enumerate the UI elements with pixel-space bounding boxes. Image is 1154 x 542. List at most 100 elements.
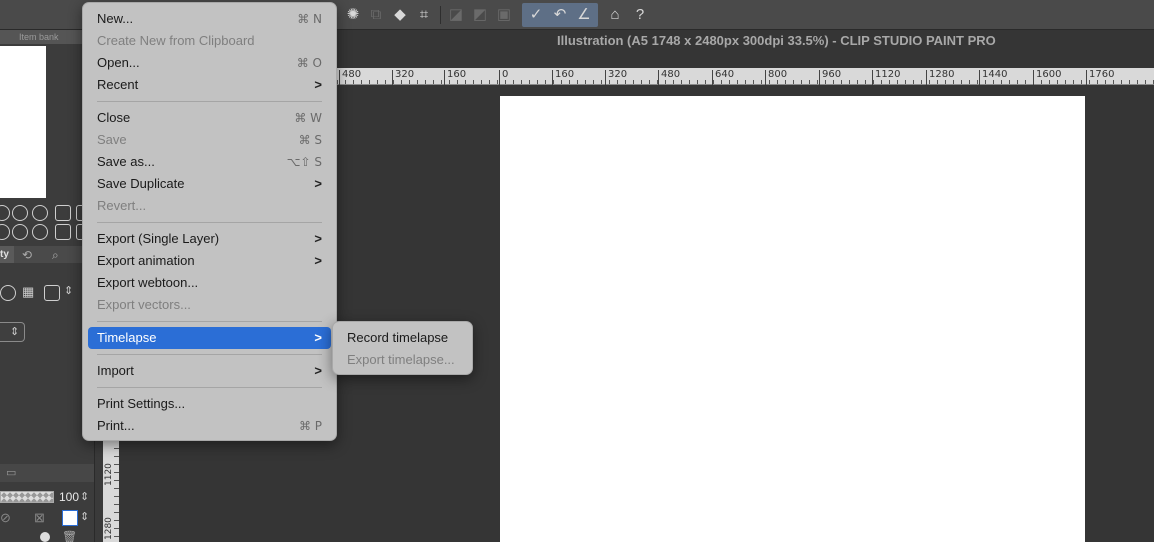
menu-item-label: Export vectors...: [97, 297, 191, 312]
layer-color-swatch[interactable]: [62, 510, 78, 526]
flip-horizontal-icon[interactable]: [55, 224, 71, 240]
opacity-slider[interactable]: [0, 491, 54, 503]
layer-actions-row: 🗑: [0, 530, 82, 542]
menu-item-label: Import: [97, 363, 134, 378]
chevron-right-icon: >: [314, 176, 322, 191]
transform-icon[interactable]: ⌗: [414, 5, 434, 25]
selection-icon[interactable]: ⧉: [366, 5, 386, 25]
chevron-right-icon: >: [314, 330, 322, 345]
layer-effect-row: ▦ ⇕: [0, 284, 82, 302]
reset-rotation-icon[interactable]: [32, 224, 48, 240]
timelapse-submenu: Record timelapse Export timelapse...: [332, 321, 473, 375]
clip-studio-window: ✺ ⧉ ◆ ⌗ ◪ ◩ ▣ ✓ ↶ ∠ ⌂ ? Illustration (A5…: [0, 0, 1154, 542]
menu-shortcut: ⌘ W: [294, 111, 322, 125]
menu-separator: [97, 101, 322, 102]
rotation-controls-row: [0, 223, 92, 241]
menu-shortcut: ⌘ O: [296, 56, 322, 70]
layer-panel-header: ▭: [0, 464, 94, 482]
menu-item-save-duplicate[interactable]: Save Duplicate >: [88, 173, 331, 195]
chevron-updown-icon[interactable]: ⇕: [80, 490, 89, 503]
menu-item-label: New...: [97, 11, 134, 26]
menu-item-import[interactable]: Import >: [88, 360, 331, 382]
chevron-updown-icon: ⇕: [10, 326, 20, 338]
menu-shortcut: ⌘ S: [298, 133, 322, 147]
menu-item-export-vectors: Export vectors...: [88, 294, 331, 316]
crop-icon[interactable]: ◪: [446, 5, 466, 25]
menu-item-record-timelapse[interactable]: Record timelapse: [338, 327, 467, 349]
menu-item-save-as[interactable]: Save as... ⌥⇧ S: [88, 151, 331, 173]
tab-item-bank[interactable]: Item bank: [0, 30, 82, 44]
ruler-tick-label: 1600: [1033, 70, 1061, 85]
loading-icon[interactable]: ✺: [343, 5, 363, 25]
ruler-tick-label: 1280: [926, 70, 954, 85]
pen-pressure-icon[interactable]: ✓: [526, 5, 546, 25]
menu-item-print-settings[interactable]: Print Settings...: [88, 393, 331, 415]
menu-item-label: Create New from Clipboard: [97, 33, 255, 48]
search-tab-icon[interactable]: ⌕: [52, 248, 59, 263]
menu-item-recent[interactable]: Recent >: [88, 74, 331, 96]
menu-item-label: Save as...: [97, 154, 155, 169]
menu-separator: [97, 222, 322, 223]
menu-item-close[interactable]: Close ⌘ W: [88, 107, 331, 129]
help-icon[interactable]: ?: [630, 5, 650, 25]
menu-item-export-single-layer[interactable]: Export (Single Layer) >: [88, 228, 331, 250]
layer-panel-icon[interactable]: ▭: [6, 466, 16, 479]
panel-tab-strip: ty ⟲ ⌕: [0, 246, 82, 263]
navigator-preview[interactable]: [0, 46, 46, 198]
ruler-snap-icon[interactable]: ∠: [574, 5, 594, 25]
actual-size-icon[interactable]: [55, 205, 71, 221]
rotate-left-icon[interactable]: [0, 224, 10, 240]
chevron-updown-icon[interactable]: ⇕: [80, 510, 89, 523]
menu-item-label: Export timelapse...: [347, 352, 455, 367]
tab-layer-property[interactable]: ty: [0, 246, 14, 263]
menu-item-label: Export webtoon...: [97, 275, 199, 290]
menu-item-label: Save Duplicate: [97, 176, 185, 191]
menu-item-revert: Revert...: [88, 195, 331, 217]
menu-item-timelapse[interactable]: Timelapse >: [88, 327, 331, 349]
trash-icon[interactable]: 🗑: [62, 530, 77, 542]
zoom-in-icon[interactable]: [12, 205, 28, 221]
layer-color-icon[interactable]: [44, 285, 60, 301]
menu-item-label: Export (Single Layer): [97, 231, 220, 246]
gradient-icon[interactable]: ◩: [470, 5, 490, 25]
rotate-right-icon[interactable]: [12, 224, 28, 240]
chevron-right-icon: >: [314, 253, 322, 268]
window-title: Illustration (A5 1748 x 2480px 300dpi 33…: [557, 33, 996, 48]
fill-bucket-icon[interactable]: ◆: [390, 5, 410, 25]
ruler-tick-label: 480: [658, 70, 680, 85]
menu-separator: [97, 354, 322, 355]
menu-item-export-webtoon[interactable]: Export webtoon...: [88, 272, 331, 294]
fit-icon[interactable]: [32, 205, 48, 221]
menu-item-export-animation[interactable]: Export animation >: [88, 250, 331, 272]
ruler-tick-label: 160: [552, 70, 574, 85]
tutorial-icon[interactable]: ⌂: [605, 5, 625, 25]
blending-mode-select[interactable]: ⇕: [0, 322, 25, 342]
menu-item-new[interactable]: New... ⌘ N: [88, 8, 331, 30]
menu-item-print[interactable]: Print... ⌘ P: [88, 415, 331, 437]
menu-separator: [97, 321, 322, 322]
menu-item-label: Print...: [97, 418, 135, 433]
ruler-tick-label: 320: [605, 70, 627, 85]
ruler-tick-label: 1280: [104, 517, 114, 540]
title-bar: Illustration (A5 1748 x 2480px 300dpi 33…: [337, 30, 1154, 68]
frame-icon[interactable]: ▣: [494, 5, 514, 25]
border-effect-icon[interactable]: [0, 285, 16, 301]
brush-stroke-icon[interactable]: ↶: [550, 5, 570, 25]
zoom-out-icon[interactable]: [0, 205, 10, 221]
canvas-paper[interactable]: [500, 96, 1085, 542]
chevron-updown-icon[interactable]: ⇕: [64, 284, 73, 297]
layer-opacity-row: 100 ⇕: [0, 488, 94, 506]
menu-item-open[interactable]: Open... ⌘ O: [88, 52, 331, 74]
sub-tool-tab-icon[interactable]: ⟲: [22, 248, 32, 262]
opacity-value[interactable]: 100: [59, 490, 79, 504]
menu-item-save: Save ⌘ S: [88, 129, 331, 151]
menu-shortcut: ⌥⇧ S: [286, 155, 322, 169]
draft-layer-icon[interactable]: ⊠: [34, 510, 45, 526]
horizontal-ruler: 480 320 160 0 160 320 480 640 800 960 11…: [337, 68, 1154, 85]
mask-icon[interactable]: [40, 532, 50, 542]
chevron-right-icon: >: [314, 363, 322, 378]
layer-mode-row: ⊘ ⊠ ⇕: [0, 510, 89, 528]
reference-layer-icon[interactable]: ⊘: [0, 510, 11, 526]
menu-item-label: Close: [97, 110, 131, 125]
tone-icon[interactable]: ▦: [22, 284, 34, 300]
